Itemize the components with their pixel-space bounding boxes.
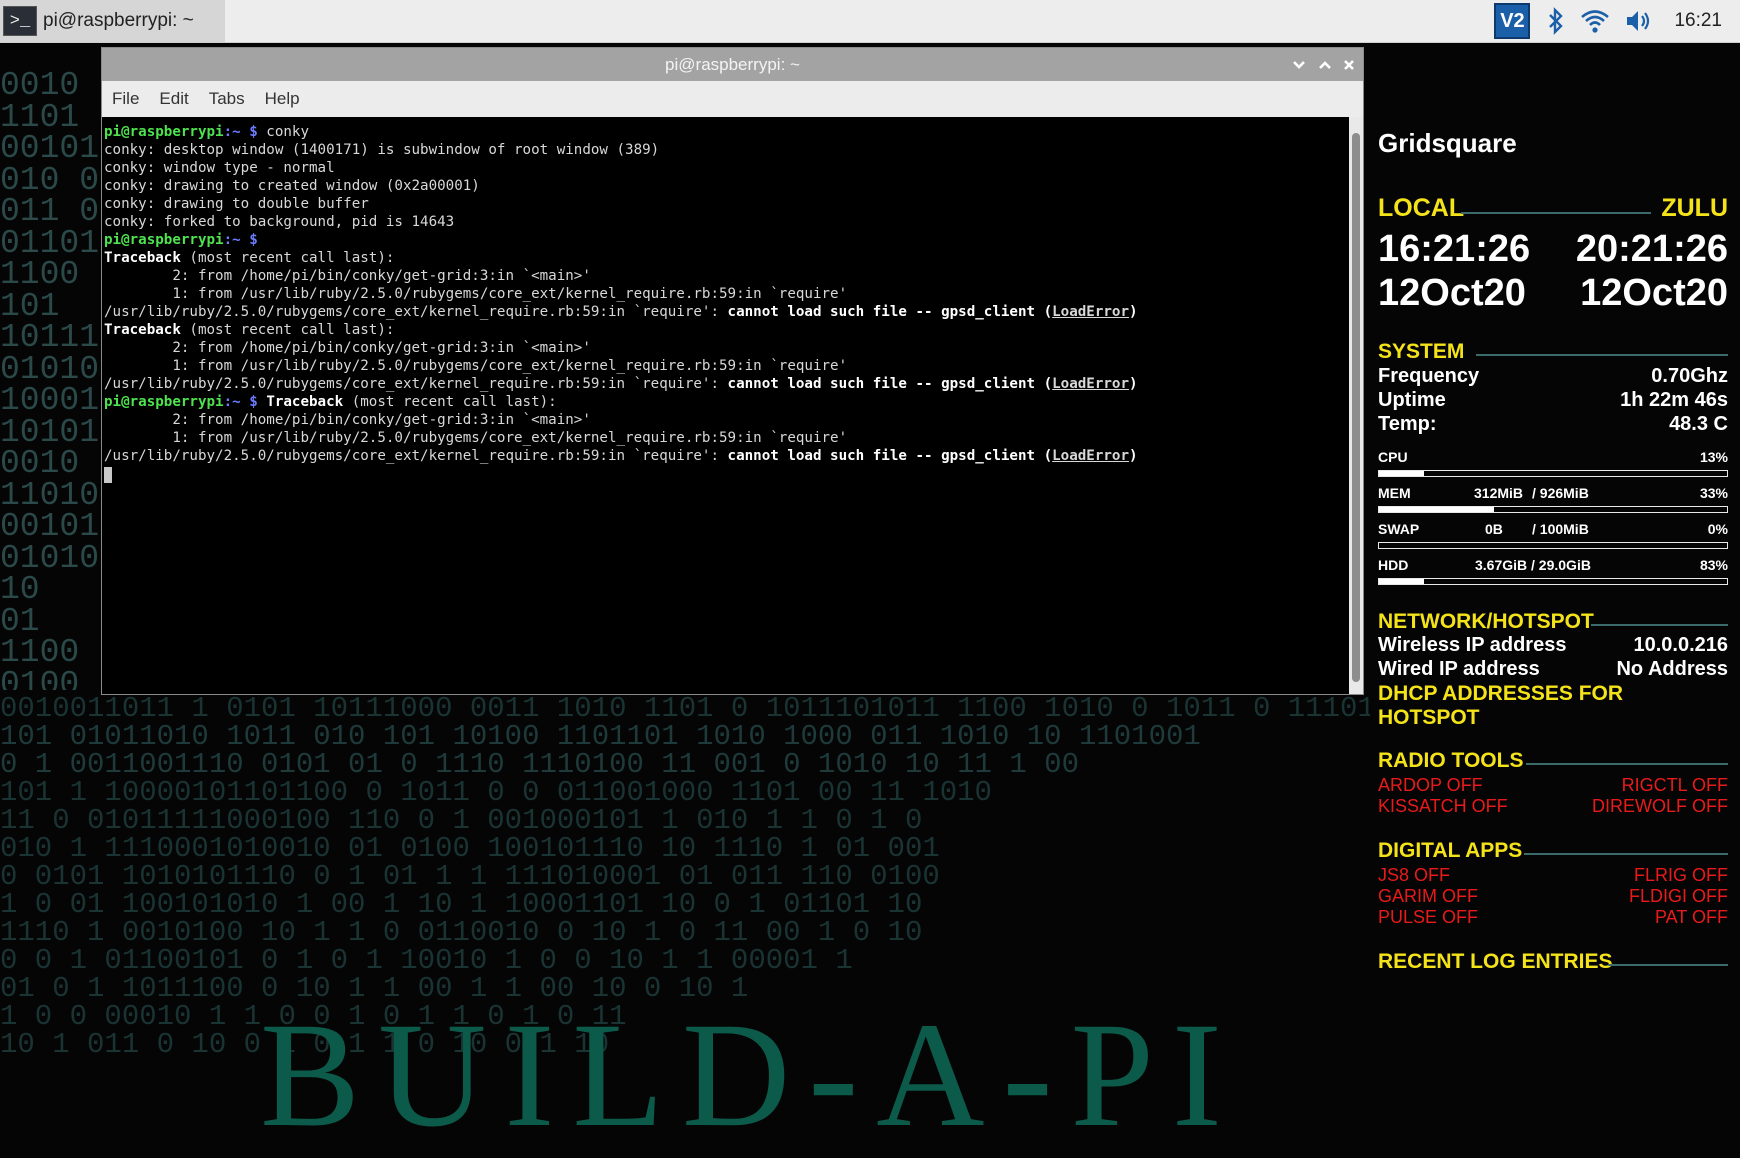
garim-status: GARIM OFF [1378,886,1478,906]
text-cursor [104,467,112,483]
terminal-line: 1: from /usr/lib/ruby/2.5.0/rubygems/cor… [104,358,848,374]
terminal-icon: >_ [3,6,37,36]
js8-status: JS8 OFF [1378,865,1451,885]
taskbar: >_ pi@raspberrypi: ~ V2 16:21 [0,0,1740,43]
chevron-up-icon [1319,60,1331,69]
separator [1591,624,1728,626]
gridsquare-label: Gridsquare [1378,128,1517,158]
terminal-line: conky: drawing to created window (0x2a00… [104,178,480,194]
vnc-icon[interactable]: V2 [1494,3,1531,39]
terminal-line: pi@raspberrypi:~ $ conky [104,124,310,140]
local-date: 12Oct20 [1378,272,1526,314]
kissattach-status: KISSATCH OFF [1378,796,1508,816]
terminal-window: pi@raspberrypi: ~ File Edit Tabs Help pi… [101,47,1364,695]
mem-row: MEM 312MiB / 926MiB 33% [1378,485,1728,501]
mem-bar-fill [1379,507,1494,512]
window-title: pi@raspberrypi: ~ [665,55,800,74]
separator [1526,763,1728,765]
menu-edit[interactable]: Edit [159,89,188,109]
wallpaper-binary-left: 00101101 0100101 1010 00011 001101 11100… [0,70,110,690]
dhcp-label: DHCP ADDRESSES FOR HOTSPOT [1378,682,1624,729]
radio-tools-label: RADIO TOOLS [1378,749,1524,772]
fldigi-status: FLDIGI OFF [1629,886,1728,906]
scrollbar[interactable] [1349,117,1363,694]
separator [1476,354,1728,356]
taskbar-window-title: pi@raspberrypi: ~ [43,10,194,31]
scrollbar-thumb[interactable] [1352,133,1360,682]
digital-apps-label: DIGITAL APPS [1378,839,1523,862]
hdd-bar [1378,578,1728,585]
zulu-date: 12Oct20 [1580,272,1728,314]
flrig-status: FLRIG OFF [1634,865,1728,885]
uptime-row: Uptime 1h 22m 46s [1378,389,1728,411]
hdd-row: HDD 3.67GiB / 29.0GiB 83% [1378,557,1728,573]
window-titlebar[interactable]: pi@raspberrypi: ~ [102,48,1363,81]
maximize-button[interactable] [1313,48,1337,81]
pat-status: PAT OFF [1654,907,1728,927]
terminal-line: Traceback (most recent call last): [104,322,395,338]
menu-bar: File Edit Tabs Help [102,81,1363,117]
system-tray: V2 16:21 [1494,0,1740,42]
wired-ip-row: Wired IP address No Address [1378,658,1728,680]
minimize-button[interactable] [1287,48,1311,81]
terminal-line: /usr/lib/ruby/2.5.0/rubygems/core_ext/ke… [104,304,1138,320]
rigctl-status: RIGCTL OFF [1621,775,1728,795]
terminal-line: 2: from /home/pi/bin/conky/get-grid:3:in… [104,412,591,428]
direwolf-status: DIREWOLF OFF [1592,796,1728,816]
pulse-status: PULSE OFF [1378,907,1479,927]
system-label: SYSTEM [1378,340,1465,363]
clock[interactable]: 16:21 [1674,10,1722,32]
close-icon [1344,59,1354,70]
terminal-line: pi@raspberrypi:~ $ [104,232,258,248]
wallpaper-logo-ghost: BUILD-A-PI [260,992,1240,1158]
taskbar-terminal-button[interactable]: >_ pi@raspberrypi: ~ [0,0,225,42]
cpu-bar [1378,470,1728,477]
terminal-line: conky: desktop window (1400171) is subwi… [104,142,660,158]
cpu-bar-fill [1379,471,1425,476]
terminal-line: conky: window type - normal [104,160,335,176]
recent-log-label: RECENT LOG ENTRIES [1378,950,1613,973]
wifi-icon[interactable] [1580,8,1610,34]
close-button[interactable] [1337,48,1361,81]
terminal-line: 1: from /usr/lib/ruby/2.5.0/rubygems/cor… [104,430,848,446]
zulu-label: ZULU [1661,194,1728,222]
separator [1524,853,1728,855]
menu-help[interactable]: Help [265,89,300,109]
separator [1608,964,1728,966]
cpu-row: CPU 13% [1378,449,1728,465]
terminal-line: /usr/lib/ruby/2.5.0/rubygems/core_ext/ke… [104,448,1138,464]
separator [1461,212,1651,214]
swap-row: SWAP 0B / 100MiB 0% [1378,521,1728,537]
terminal-output[interactable]: pi@raspberrypi:~ $ conky conky: desktop … [102,117,1349,694]
terminal-line: Traceback (most recent call last): [104,250,395,266]
terminal-line: 1: from /usr/lib/ruby/2.5.0/rubygems/cor… [104,286,848,302]
swap-bar [1378,542,1728,549]
chevron-down-icon [1293,60,1305,69]
bluetooth-icon[interactable] [1546,7,1566,35]
temp-row: Temp: 48.3 C [1378,413,1728,435]
network-label: NETWORK/HOTSPOT [1378,610,1594,633]
terminal-line: pi@raspberrypi:~ $ Traceback (most recen… [104,394,557,410]
local-time: 16:21:26 [1378,228,1531,270]
terminal-line: /usr/lib/ruby/2.5.0/rubygems/core_ext/ke… [104,376,1138,392]
local-label: LOCAL [1378,194,1465,222]
terminal-line: 2: from /home/pi/bin/conky/get-grid:3:in… [104,340,591,356]
hdd-bar-fill [1379,579,1425,584]
frequency-row: Frequency 0.70Ghz [1378,365,1728,387]
menu-file[interactable]: File [112,89,139,109]
mem-bar [1378,506,1728,513]
menu-tabs[interactable]: Tabs [209,89,245,109]
volume-icon[interactable] [1624,8,1654,34]
terminal-line: conky: forked to background, pid is 1464… [104,214,455,230]
ardop-status: ARDOP OFF [1378,775,1483,795]
wireless-ip-row: Wireless IP address 10.0.0.216 [1378,634,1728,656]
zulu-time: 20:21:26 [1575,228,1728,270]
terminal-line: conky: drawing to double buffer [104,196,369,212]
terminal-line: 2: from /home/pi/bin/conky/get-grid:3:in… [104,268,591,284]
